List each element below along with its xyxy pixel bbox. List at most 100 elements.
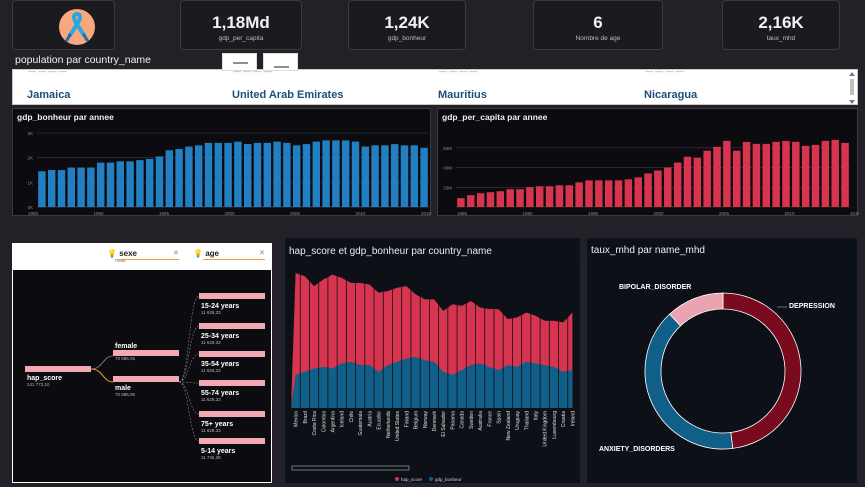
category-label: Ireland (570, 411, 576, 427)
slice-label-anxiety: ANXIETY_DISORDERS (599, 446, 675, 453)
x-tick-label: 1990 (522, 211, 533, 216)
category-label: France (487, 411, 493, 427)
bar (673, 162, 682, 207)
category-label: Finland (404, 411, 410, 428)
age-label: 5-14 years (201, 448, 235, 455)
connector (90, 355, 114, 370)
lightbulb-icon: 💡 (193, 249, 203, 258)
vertical-scrollbar[interactable] (849, 72, 855, 104)
x-tick-label: 2000 (224, 211, 235, 216)
category-label: Costa Rica (312, 411, 318, 436)
y-tick-label: 2K (27, 156, 33, 161)
bar (145, 158, 154, 207)
bar (57, 170, 66, 207)
scroll-thumb[interactable] (850, 79, 854, 95)
bar (136, 160, 144, 207)
chip-label: sexe (119, 249, 137, 258)
chip-underline (203, 259, 265, 260)
bar (390, 144, 399, 207)
filter-icon[interactable] (223, 54, 258, 72)
bar (506, 189, 514, 207)
bar (496, 191, 505, 207)
population-item[interactable]: — — — — Nicaragua (642, 69, 842, 104)
bar (253, 142, 262, 207)
bar (654, 170, 662, 207)
y-tick-label: 60M (443, 146, 452, 151)
bar (243, 144, 252, 207)
y-tick-label: 40M (443, 166, 452, 171)
kpi-gdp-bonheur: 1,24K gdp_bonheur (348, 0, 466, 50)
bar (604, 180, 613, 207)
scroll-up-icon[interactable] (849, 72, 855, 76)
category-label: Australia (478, 411, 484, 431)
root-value: 141 772,10 (27, 382, 50, 387)
x-tick-label: 1995 (588, 211, 599, 216)
filter-button[interactable] (222, 53, 257, 71)
age-label: 15-24 years (201, 303, 239, 310)
population-item[interactable]: — — — — Jamaica (25, 69, 225, 104)
age-label: 25-34 years (201, 333, 239, 340)
y-tick-label: 3K (27, 131, 33, 136)
more-options-button[interactable] (263, 53, 298, 71)
category-label: Ecuador (377, 411, 383, 430)
kpi-gdp-per-capita: 1,18Md gdp_per_capita (180, 0, 302, 50)
population-title: population par country_name (15, 54, 158, 66)
age-value: 11 628,33 (201, 340, 221, 345)
population-item[interactable]: — — — — United Arab Emirates (230, 70, 430, 104)
decomposition-tree[interactable]: 💡 sexe ✕ male 💡 age ✕ hap_score 141 772,1… (12, 243, 272, 483)
bar (457, 198, 465, 207)
connector (178, 295, 200, 383)
close-icon[interactable]: ✕ (259, 249, 265, 257)
age-bar (199, 323, 265, 329)
bar (155, 156, 164, 207)
bar (526, 187, 534, 207)
bar (175, 149, 183, 207)
category-label: Panama (450, 411, 456, 430)
filter-chip-age[interactable]: 💡 age ✕ (193, 249, 267, 258)
bar (322, 140, 330, 207)
bar (841, 142, 849, 207)
bar (341, 140, 350, 207)
bar (752, 143, 761, 207)
x-tick-label: 2005 (719, 211, 730, 216)
bar (77, 167, 85, 207)
bar (821, 140, 830, 207)
connector (90, 368, 114, 383)
more-options-icon[interactable] (264, 54, 299, 72)
bar (762, 143, 771, 207)
root-bar (25, 366, 91, 372)
legend-label-gdp: gdp_bonheur (435, 477, 462, 482)
bar (126, 161, 134, 207)
bar (772, 141, 780, 207)
filter-chip-sexe[interactable]: 💡 sexe ✕ male (107, 249, 181, 264)
age-value: 11 628,33 (201, 397, 221, 402)
truncated-value: — — — — (645, 69, 684, 76)
age-bar (199, 293, 265, 299)
population-item[interactable]: — — — — Mauritius (436, 70, 636, 104)
population-list[interactable]: — — — — Jamaica — — — — United Arab Emir… (12, 69, 858, 105)
chart-title: taux_mhd par name_mhd (591, 245, 705, 256)
y-tick-label: 0K (27, 205, 33, 210)
age-bar (199, 380, 265, 386)
close-icon[interactable]: ✕ (173, 249, 179, 257)
logo-box (12, 0, 115, 50)
chart-title: hap_score et gdp_bonheur par country_nam… (289, 246, 492, 257)
connector (178, 381, 200, 415)
donut-slice (722, 292, 802, 449)
scroll-down-icon[interactable] (849, 100, 855, 104)
kpi-taux-mhd: 2,16K taux_mhd (722, 0, 840, 50)
awareness-ribbon-icon (59, 9, 95, 45)
category-label: United States (395, 411, 401, 442)
bar (782, 140, 790, 207)
bar (204, 142, 213, 207)
bar (67, 167, 76, 207)
bar (831, 139, 839, 207)
bar (693, 157, 702, 207)
bar (273, 141, 281, 207)
gdp-bonheur-chart: 0K 1K 2K 3K 1985 1990 1995 2000 2005 2010 2015 gdp… (12, 108, 432, 216)
hap-score-svg: Mexico Brazil Costa Rica Colombia Argentina I… (290, 268, 578, 482)
connector (178, 381, 200, 384)
bar (47, 170, 56, 207)
truncated-value: — — — — (28, 69, 67, 76)
bar (361, 146, 370, 207)
